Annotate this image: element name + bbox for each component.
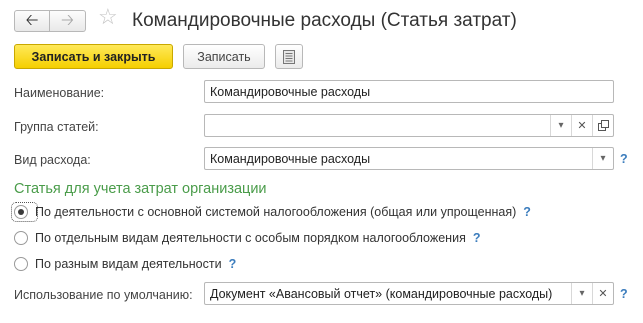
close-icon: ✕: [598, 288, 608, 300]
option-label: По разным видам деятельности: [35, 257, 222, 271]
name-label: Наименование:: [14, 86, 105, 100]
chevron-down-icon: ▾: [558, 120, 564, 131]
default-usage-field[interactable]: Документ «Авансовый отчет» (командировоч…: [204, 282, 614, 305]
save-and-close-button[interactable]: Записать и закрыть: [14, 44, 173, 69]
page-title: Командировочные расходы (Статья затрат): [132, 10, 517, 31]
expense-type-field[interactable]: Командировочные расходы ▾: [204, 147, 614, 170]
radio-button[interactable]: [14, 231, 28, 245]
option-various-activities[interactable]: По разным видам деятельности ?: [14, 257, 236, 271]
expense-type-value: Командировочные расходы: [210, 151, 371, 166]
default-usage-clear-button[interactable]: ✕: [592, 283, 613, 304]
navigation-buttons: 🡠 🡢: [14, 10, 86, 32]
default-usage-help-icon[interactable]: ?: [620, 287, 628, 301]
option-special-taxation[interactable]: По отдельным видам деятельности с особым…: [14, 231, 480, 245]
option-main-taxation[interactable]: По деятельности с основной системой нало…: [11, 202, 531, 222]
name-field[interactable]: Командировочные расходы: [204, 80, 614, 103]
favorite-star-icon[interactable]: ☆: [98, 6, 118, 28]
open-window-icon: [597, 120, 609, 131]
save-button[interactable]: Записать: [183, 44, 265, 69]
default-usage-dropdown-button[interactable]: ▾: [571, 283, 592, 304]
name-value: Командировочные расходы: [210, 84, 371, 99]
more-actions-button[interactable]: [275, 44, 303, 69]
arrow-left-icon: 🡠: [25, 12, 39, 29]
back-button[interactable]: 🡠: [14, 10, 50, 32]
focus-ring: [11, 202, 38, 222]
group-open-button[interactable]: [592, 115, 613, 136]
group-dropdown-button[interactable]: ▾: [550, 115, 571, 136]
radio-button-selected[interactable]: [14, 205, 28, 219]
expense-type-label: Вид расхода:: [14, 153, 91, 167]
forward-button[interactable]: 🡢: [50, 10, 86, 32]
option-label: По отдельным видам деятельности с особым…: [35, 231, 466, 245]
group-clear-button[interactable]: ✕: [571, 115, 592, 136]
expense-type-help-icon[interactable]: ?: [620, 152, 628, 166]
radio-dot: [18, 209, 24, 215]
group-field[interactable]: ▾ ✕: [204, 114, 614, 137]
group-label: Группа статей:: [14, 120, 99, 134]
expense-type-dropdown-button[interactable]: ▾: [592, 148, 613, 169]
chevron-down-icon: ▾: [579, 288, 585, 299]
chevron-down-icon: ▾: [600, 153, 606, 164]
default-usage-value: Документ «Авансовый отчет» (командировоч…: [210, 286, 553, 301]
document-list-icon: [283, 49, 295, 64]
help-icon[interactable]: ?: [523, 205, 531, 219]
section-title: Статья для учета затрат организации: [14, 181, 267, 197]
option-label: По деятельности с основной системой нало…: [35, 205, 517, 219]
help-icon[interactable]: ?: [473, 231, 481, 245]
default-usage-label: Использование по умолчанию:: [14, 288, 193, 302]
arrow-right-icon: 🡢: [61, 12, 74, 29]
close-icon: ✕: [577, 120, 587, 132]
radio-button[interactable]: [14, 257, 28, 271]
help-icon[interactable]: ?: [229, 257, 237, 271]
